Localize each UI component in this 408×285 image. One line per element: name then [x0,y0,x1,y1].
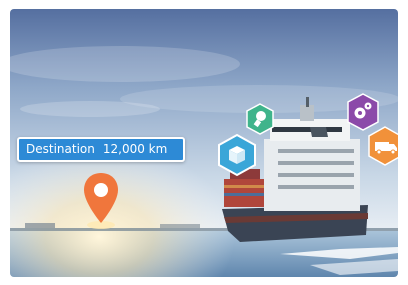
hero-image: Destination 12,000 km [10,9,398,277]
delivery-truck-icon [367,126,398,166]
location-pin-icon [84,173,118,229]
destination-distance: 12,000 km [102,142,168,156]
destination-label: Destination 12,000 km [17,137,185,162]
destination-text: Destination [26,142,95,156]
package-box-icon [217,133,257,177]
lightbulb-icon [245,103,275,135]
